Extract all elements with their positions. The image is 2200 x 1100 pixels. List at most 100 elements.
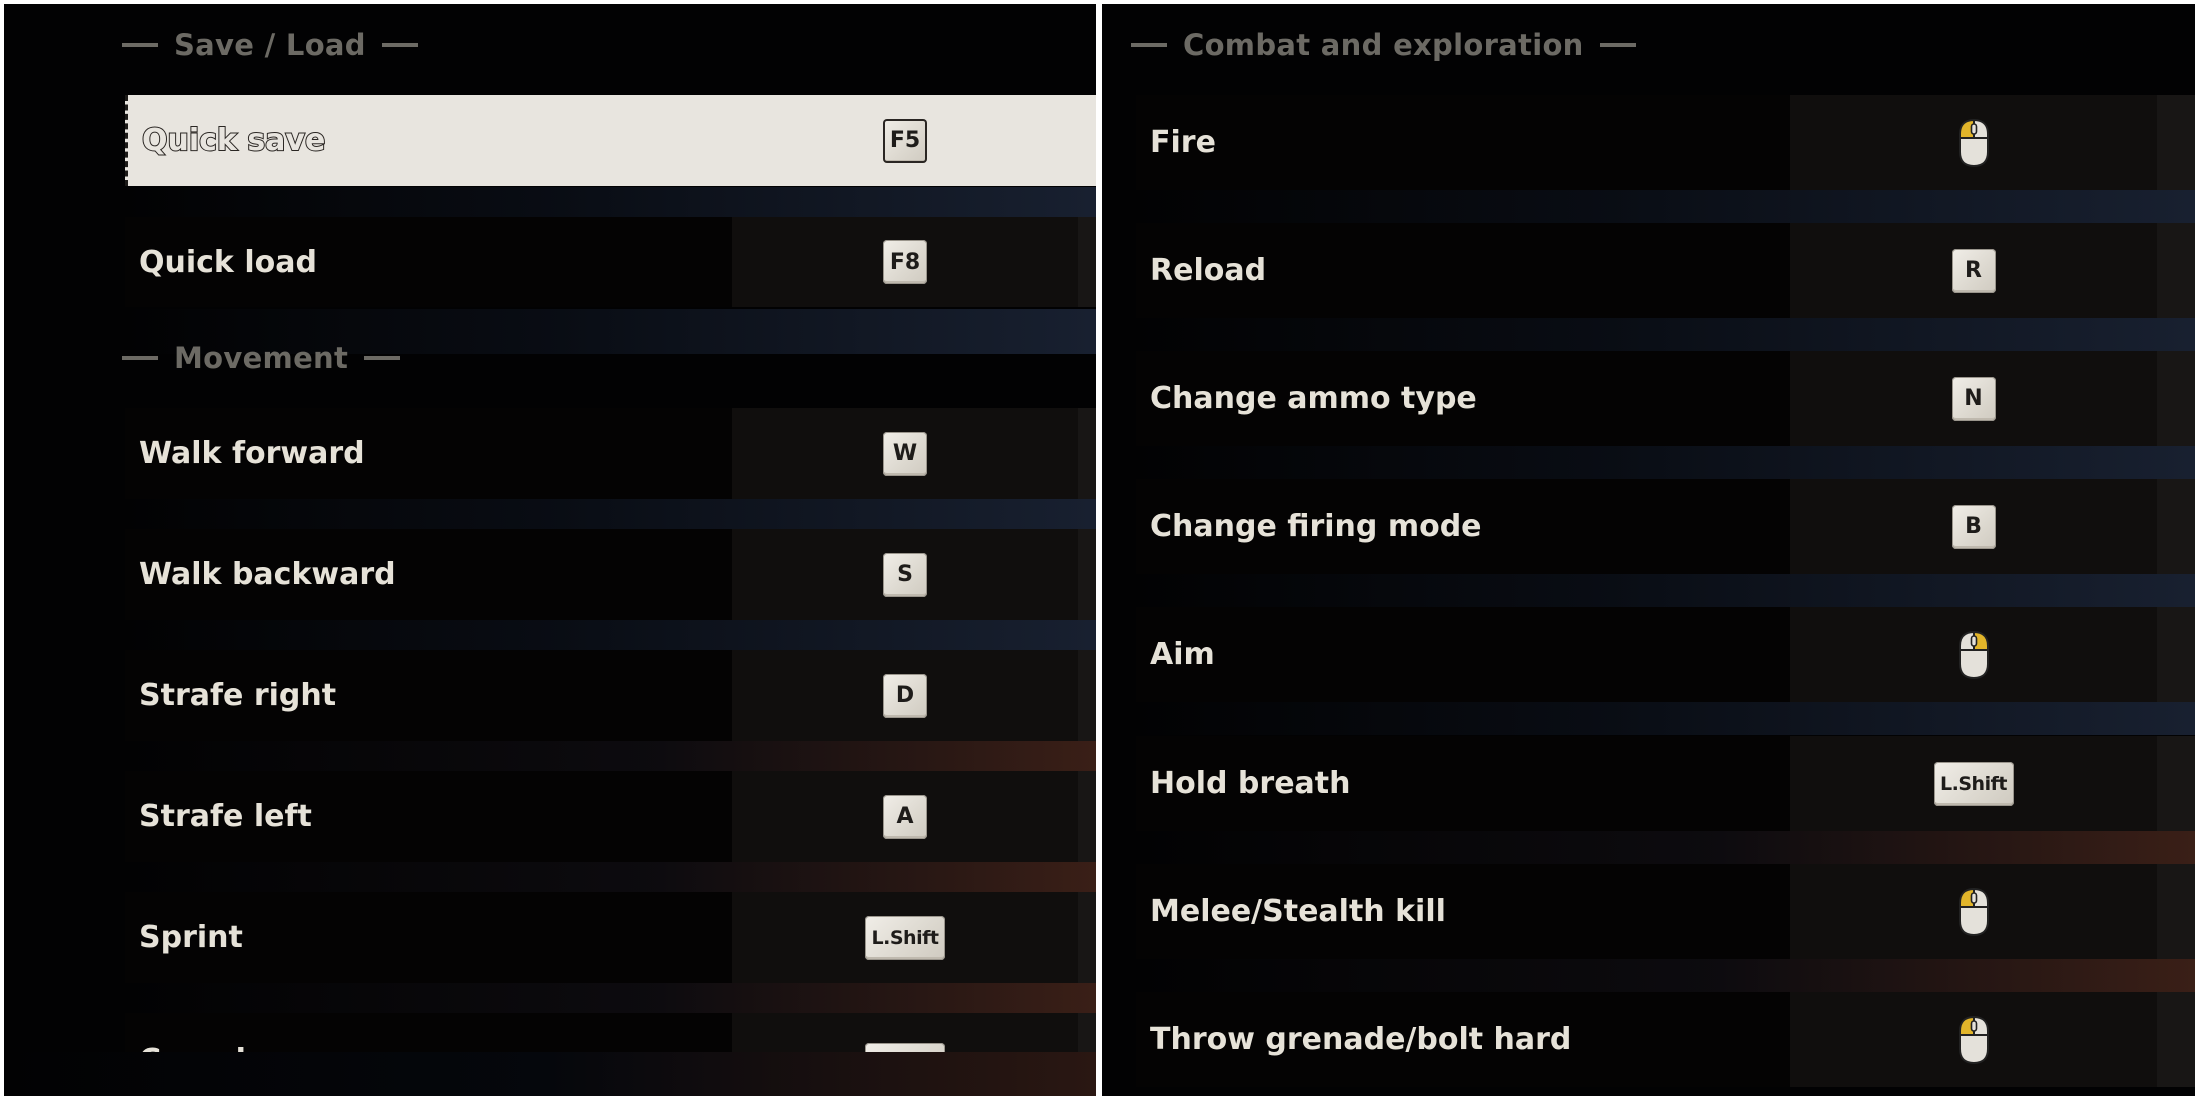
heading-dash [122,356,158,360]
keycap-b[interactable]: B [1951,504,1996,549]
row-gap [1136,831,2195,864]
keycap-r[interactable]: R [1951,248,1996,293]
binding-cell[interactable]: L.Shift [732,892,1078,983]
row-end-strip [2157,223,2195,318]
section-heading-text: Movement [174,341,349,375]
row-end-strip [1078,95,1096,186]
row-end-strip [2157,607,2195,702]
binding-row-quick-save[interactable]: Quick save F5 [125,95,1096,186]
action-label-cell: Walk backward [125,529,732,620]
row-end-strip [1078,650,1096,741]
action-label-cell: Throw grenade/bolt hard [1136,992,1790,1087]
row-end-strip [2157,864,2195,959]
binding-row-throw-grenade-bolt-hard[interactable]: Throw grenade/bolt hard [1136,992,2195,1087]
row-gap [125,862,1096,892]
binding-row-sprint[interactable]: Sprint L.Shift [125,892,1096,983]
heading-dash [381,43,418,47]
binding-cell[interactable]: W [732,408,1078,499]
keycap-l-shift[interactable]: L.Shift [865,915,945,960]
mouse-left-button-icon[interactable] [1957,1015,1991,1065]
row-gap [125,499,1096,529]
action-label-cell: Hold breath [1136,736,1790,831]
keycap-f8[interactable]: F8 [883,240,927,284]
row-end-strip [2157,479,2195,574]
heading-dash [122,43,158,47]
binding-cell[interactable]: N [1790,351,2157,446]
binding-cell[interactable]: D [732,650,1078,741]
section-heading-combat-exploration: Combat and exploration [1131,27,1636,63]
binding-row-quick-load[interactable]: Quick load F8 [125,217,1096,307]
binding-row-reload[interactable]: Reload R [1136,223,2195,318]
action-label-cell: Change firing mode [1136,479,1790,574]
mouse-left-button-icon[interactable] [1957,887,1991,937]
keycap-f5[interactable]: F5 [883,118,927,163]
binding-cell[interactable] [1790,864,2157,959]
mouse-right-button-icon[interactable] [1957,630,1991,680]
row-gap [1136,574,2195,607]
binding-cell[interactable]: A [732,771,1078,862]
binding-cell[interactable] [1790,992,2157,1087]
action-label-cell: Strafe left [125,771,732,862]
row-gap [1136,959,2195,992]
binding-cell[interactable]: B [1790,479,2157,574]
action-label: Quick load [139,244,317,280]
action-label: Change firing mode [1150,509,1482,544]
keybindings-panel-right: Combat and exploration Fire Reload R Change… [1102,4,2195,1096]
binding-cell[interactable] [1790,607,2157,702]
heading-dash [1599,43,1636,47]
row-end-strip [1078,892,1096,983]
section-heading-text: Combat and exploration [1183,28,1584,62]
section-heading-text: Save / Load [174,28,366,62]
row-end-strip [1078,771,1096,862]
binding-row-walk-backward[interactable]: Walk backward S [125,529,1096,620]
binding-row-melee-stealth-kill[interactable]: Melee/Stealth kill [1136,864,2195,959]
keycap-s[interactable]: S [883,552,927,597]
row-gap [125,983,1096,1013]
binding-row-strafe-right[interactable]: Strafe right D [125,650,1096,741]
binding-cell[interactable]: L.Shift [1790,736,2157,831]
row-gap [1136,702,2195,735]
binding-cell[interactable]: F8 [732,217,1078,307]
bottom-fade-band [4,1052,1096,1096]
action-label-cell: Reload [1136,223,1790,318]
keycap-a[interactable]: A [883,794,927,839]
action-label: Walk backward [139,557,396,592]
binding-cell[interactable]: R [1790,223,2157,318]
binding-cell[interactable]: S [732,529,1078,620]
action-label: Quick save [141,122,326,159]
row-gap [1136,446,2195,479]
section-heading-movement: Movement [122,340,401,376]
action-label: Melee/Stealth kill [1150,894,1446,929]
row-gap [125,187,1096,217]
action-label: Strafe left [139,799,312,834]
action-label-cell: Walk forward [125,408,732,499]
action-label: Fire [1150,125,1216,160]
binding-row-change-ammo-type[interactable]: Change ammo type N [1136,351,2195,446]
keycap-w[interactable]: W [883,431,927,476]
section-heading-save-load: Save / Load [122,27,418,63]
binding-row-walk-forward[interactable]: Walk forward W [125,408,1096,499]
row-gap [1136,318,2195,351]
action-label: Aim [1150,637,1215,672]
action-label-cell: Melee/Stealth kill [1136,864,1790,959]
binding-row-hold-breath[interactable]: Hold breath L.Shift [1136,736,2195,831]
binding-cell[interactable]: F5 [732,95,1078,186]
keycap-l-shift[interactable]: L.Shift [1933,761,2014,806]
binding-cell[interactable] [1790,95,2157,190]
row-end-strip [2157,992,2195,1087]
keybindings-panel-left: Save / Load Quick save F5 Quick load F8 … [4,4,1096,1096]
row-end-strip [2157,95,2195,190]
row-end-strip [1078,408,1096,499]
keycap-d[interactable]: D [883,673,927,718]
binding-row-change-firing-mode[interactable]: Change firing mode B [1136,479,2195,574]
keycap-n[interactable]: N [1951,376,1996,421]
action-label-cell: Change ammo type [1136,351,1790,446]
binding-row-fire[interactable]: Fire [1136,95,2195,190]
action-label: Sprint [139,920,243,955]
row-end-strip [2157,736,2195,831]
mouse-left-button-icon[interactable] [1957,118,1991,168]
action-label: Strafe right [139,678,337,713]
action-label: Reload [1150,253,1267,288]
binding-row-strafe-left[interactable]: Strafe left A [125,771,1096,862]
binding-row-aim[interactable]: Aim [1136,607,2195,702]
